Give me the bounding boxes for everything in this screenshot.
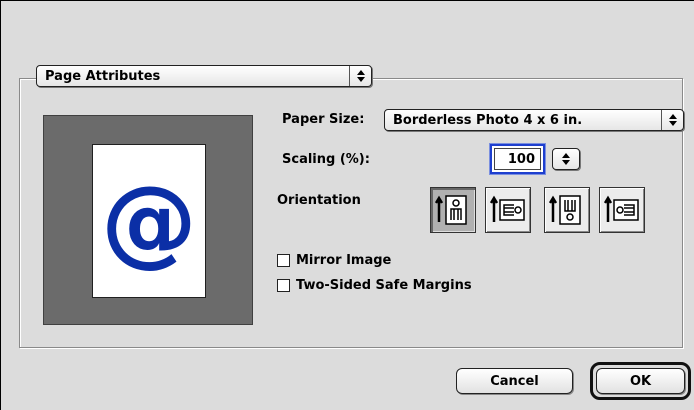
cancel-button[interactable]: Cancel: [456, 368, 573, 394]
popup-arrows-icon: [661, 110, 683, 130]
page-attributes-popup-label: Page Attributes: [45, 68, 161, 84]
page-attributes-popup[interactable]: Page Attributes: [36, 65, 372, 87]
scaling-stepper[interactable]: [552, 148, 580, 170]
checkbox-box[interactable]: [277, 254, 290, 267]
orientation-landscape-button[interactable]: [485, 187, 531, 233]
popup-arrows-icon: [349, 66, 371, 86]
orientation-label: Orientation: [277, 193, 361, 208]
two-sided-safe-margins-checkbox[interactable]: Two-Sided Safe Margins: [277, 278, 472, 293]
paper-size-label: Paper Size:: [282, 112, 365, 127]
at-symbol-image: @: [101, 165, 197, 277]
mirror-image-checkbox[interactable]: Mirror Image: [277, 253, 391, 268]
checkbox-box[interactable]: [277, 279, 290, 292]
landscape-orientation-icon: [490, 195, 525, 222]
page-preview: @: [43, 115, 253, 325]
portrait-reversed-orientation-icon: [549, 195, 581, 225]
scaling-label: Scaling (%):: [282, 152, 370, 167]
stepper-arrows-icon: [562, 153, 570, 165]
orientation-portrait-reversed-button[interactable]: [544, 187, 590, 233]
page-setup-dialog: Page Attributes @ Paper Size: Borderless…: [0, 0, 694, 410]
scaling-value: 100: [507, 151, 535, 167]
orientation-landscape-reversed-button[interactable]: [599, 187, 645, 233]
landscape-reversed-orientation-icon: [604, 195, 639, 222]
mirror-image-label: Mirror Image: [296, 253, 392, 268]
preview-paper: @: [92, 144, 206, 298]
scaling-input[interactable]: 100: [489, 143, 546, 175]
paper-size-value: Borderless Photo 4 x 6 in.: [393, 112, 583, 128]
paper-size-popup[interactable]: Borderless Photo 4 x 6 in.: [384, 109, 684, 131]
orientation-portrait-button[interactable]: [430, 187, 476, 233]
two-sided-safe-margins-label: Two-Sided Safe Margins: [296, 278, 472, 293]
ok-button[interactable]: OK: [596, 368, 685, 394]
portrait-orientation-icon: [435, 195, 467, 225]
